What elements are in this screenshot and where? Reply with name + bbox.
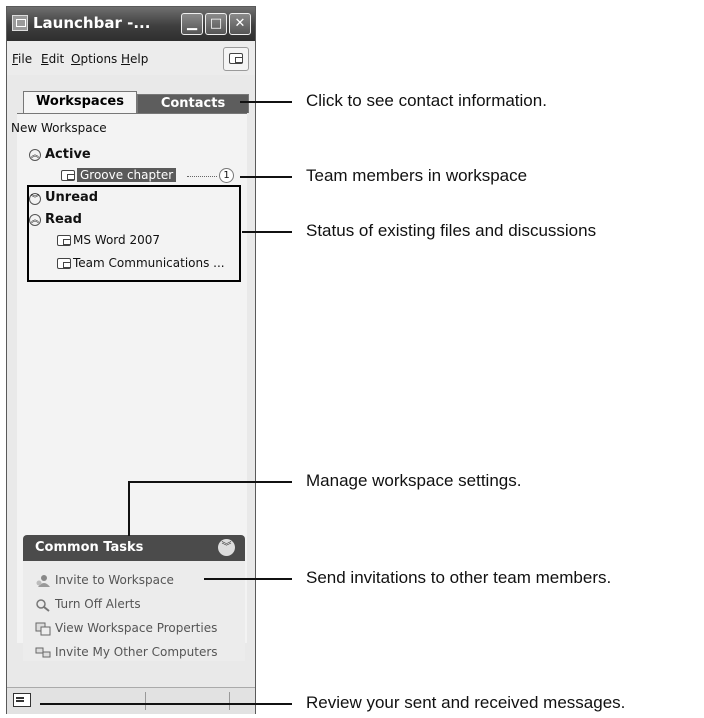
minimize-button[interactable]: ▁ [181,13,203,35]
maximize-button[interactable]: □ [205,13,227,35]
invite-icon [35,573,51,587]
tab-contacts[interactable]: Contacts [137,94,249,113]
task-turn-off-alerts[interactable]: Turn Off Alerts [55,597,141,611]
title-bar[interactable]: Launchbar -... ▁ □ ✕ [7,7,255,41]
workspace-icon [61,170,75,181]
menu-edit[interactable]: Edit [41,52,64,66]
callout-line-members [240,176,292,178]
common-tasks-header[interactable]: Common Tasks ︾ [23,535,245,561]
status-highlight-box [27,185,241,282]
window-title: Launchbar -... [33,14,151,32]
launchbar-window: Launchbar -... ▁ □ ✕ File Edit Options H… [6,6,256,714]
callout-contacts: Click to see contact information. [306,91,547,110]
tab-workspaces[interactable]: Workspaces [23,91,137,113]
member-leader-line [187,176,217,177]
properties-icon [35,621,51,636]
chevron-down-icon[interactable]: ︾ [218,539,235,556]
group-active[interactable]: Active [45,147,91,162]
workspace-launch-icon[interactable] [223,47,249,71]
workspace-item-groove-chapter[interactable]: Groove chapter [77,168,177,182]
member-count-badge[interactable]: 1 [219,168,234,183]
status-bar [7,687,255,714]
status-separator [229,692,230,710]
menu-bar: File Edit Options Help [7,41,255,75]
task-invite-my-other-computers[interactable]: Invite My Other Computers [55,645,218,659]
menu-file[interactable]: File [12,52,32,66]
common-tasks-list: Invite to Workspace Turn Off Alerts View… [23,561,245,661]
callout-line-invitations [204,578,292,580]
common-tasks-title: Common Tasks [35,540,144,555]
callout-status: Status of existing files and discussions [306,221,597,240]
computers-icon [35,645,51,659]
callout-line-settings [128,481,292,483]
task-view-workspace-properties[interactable]: View Workspace Properties [55,621,217,635]
callout-messages: Review your sent and received messages. [306,693,626,712]
collapse-icon[interactable]: ︽ [29,149,41,161]
menu-options[interactable]: Options [71,52,117,66]
workspace-icon [229,53,243,64]
callout-line-settings-drop [128,481,130,536]
new-workspace-link[interactable]: New Workspace [11,121,107,135]
callout-line-status [242,231,292,233]
callout-invitations: Send invitations to other team members. [306,568,612,587]
app-icon [12,15,28,31]
callout-members: Team members in workspace [306,166,528,185]
messages-icon[interactable] [13,693,31,707]
task-invite-to-workspace[interactable]: Invite to Workspace [55,573,174,587]
menu-help[interactable]: Help [121,52,148,66]
status-separator [145,692,146,710]
alerts-icon [35,597,51,612]
close-button[interactable]: ✕ [229,13,251,35]
callout-line-messages [40,703,292,705]
callout-line-contacts [240,101,292,103]
callout-settings: Manage workspace settings. [306,471,522,490]
